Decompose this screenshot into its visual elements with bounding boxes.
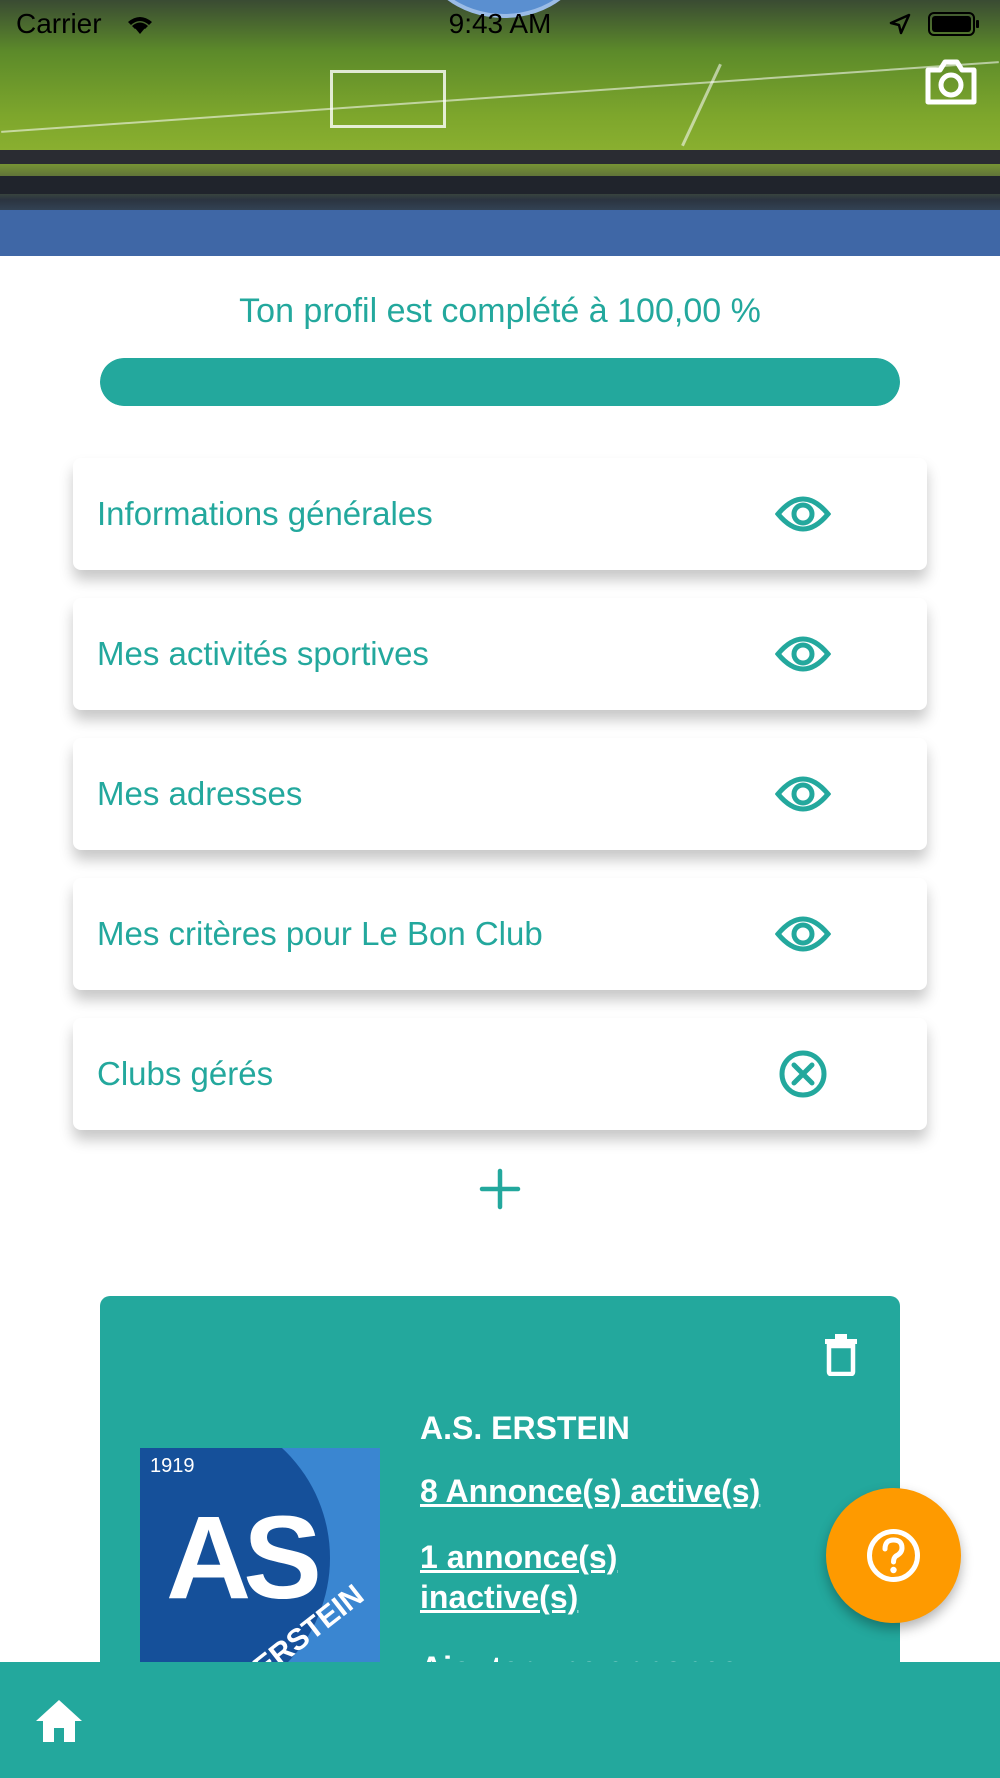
add-club-button[interactable] xyxy=(476,1165,524,1213)
pitch-line xyxy=(1,61,999,133)
eye-icon[interactable] xyxy=(775,630,831,678)
close-circle-icon[interactable] xyxy=(775,1050,831,1098)
section-card-criteria[interactable]: Mes critères pour Le Bon Club xyxy=(73,878,927,990)
club-name: A.S. ERSTEIN xyxy=(420,1410,630,1446)
stand-row xyxy=(0,150,1000,164)
section-card-managed-clubs[interactable]: Clubs gérés xyxy=(73,1018,927,1130)
help-button[interactable] xyxy=(826,1488,961,1623)
profile-completion-bar xyxy=(100,358,900,406)
bottom-tab-bar xyxy=(0,1662,1000,1778)
eye-icon[interactable] xyxy=(775,770,831,818)
club-logo-letters: AS xyxy=(166,1492,318,1624)
eye-icon[interactable] xyxy=(775,490,831,538)
camera-icon[interactable] xyxy=(924,56,978,106)
stand-seats xyxy=(0,210,1000,256)
delete-club-button[interactable] xyxy=(822,1332,860,1376)
section-card-sport-activities[interactable]: Mes activités sportives xyxy=(73,598,927,710)
header-image: Carrier 9:43 AM xyxy=(0,0,1000,256)
home-icon[interactable] xyxy=(34,1698,84,1744)
battery-icon xyxy=(928,12,979,36)
help-icon xyxy=(867,1529,920,1582)
section-card-general-info[interactable]: Informations générales xyxy=(73,458,927,570)
section-card-addresses[interactable]: Mes adresses xyxy=(73,738,927,850)
eye-icon[interactable] xyxy=(775,910,831,958)
section-label: Mes activités sportives xyxy=(97,635,429,672)
section-label: Informations générales xyxy=(97,495,433,532)
section-label: Mes adresses xyxy=(97,775,303,812)
inactive-ads-link[interactable]: 1 annonce(s) inactive(s) xyxy=(420,1537,680,1617)
club-logo-year: 1919 xyxy=(150,1455,195,1477)
active-ads-link[interactable]: 8 Annonce(s) active(s) xyxy=(420,1471,840,1511)
clock: 9:43 AM xyxy=(448,8,552,39)
location-arrow-icon xyxy=(889,13,911,35)
section-label: Clubs gérés xyxy=(97,1055,274,1092)
profile-completion-text: Ton profil est complété à 100,00 % xyxy=(239,292,761,330)
pitch-line xyxy=(681,63,722,147)
goal-net xyxy=(330,70,446,128)
status-bar: Carrier 9:43 AM xyxy=(0,0,1000,50)
section-label: Mes critères pour Le Bon Club xyxy=(97,915,543,952)
profile-completion-fill xyxy=(100,358,900,406)
stand-row xyxy=(0,176,1000,194)
